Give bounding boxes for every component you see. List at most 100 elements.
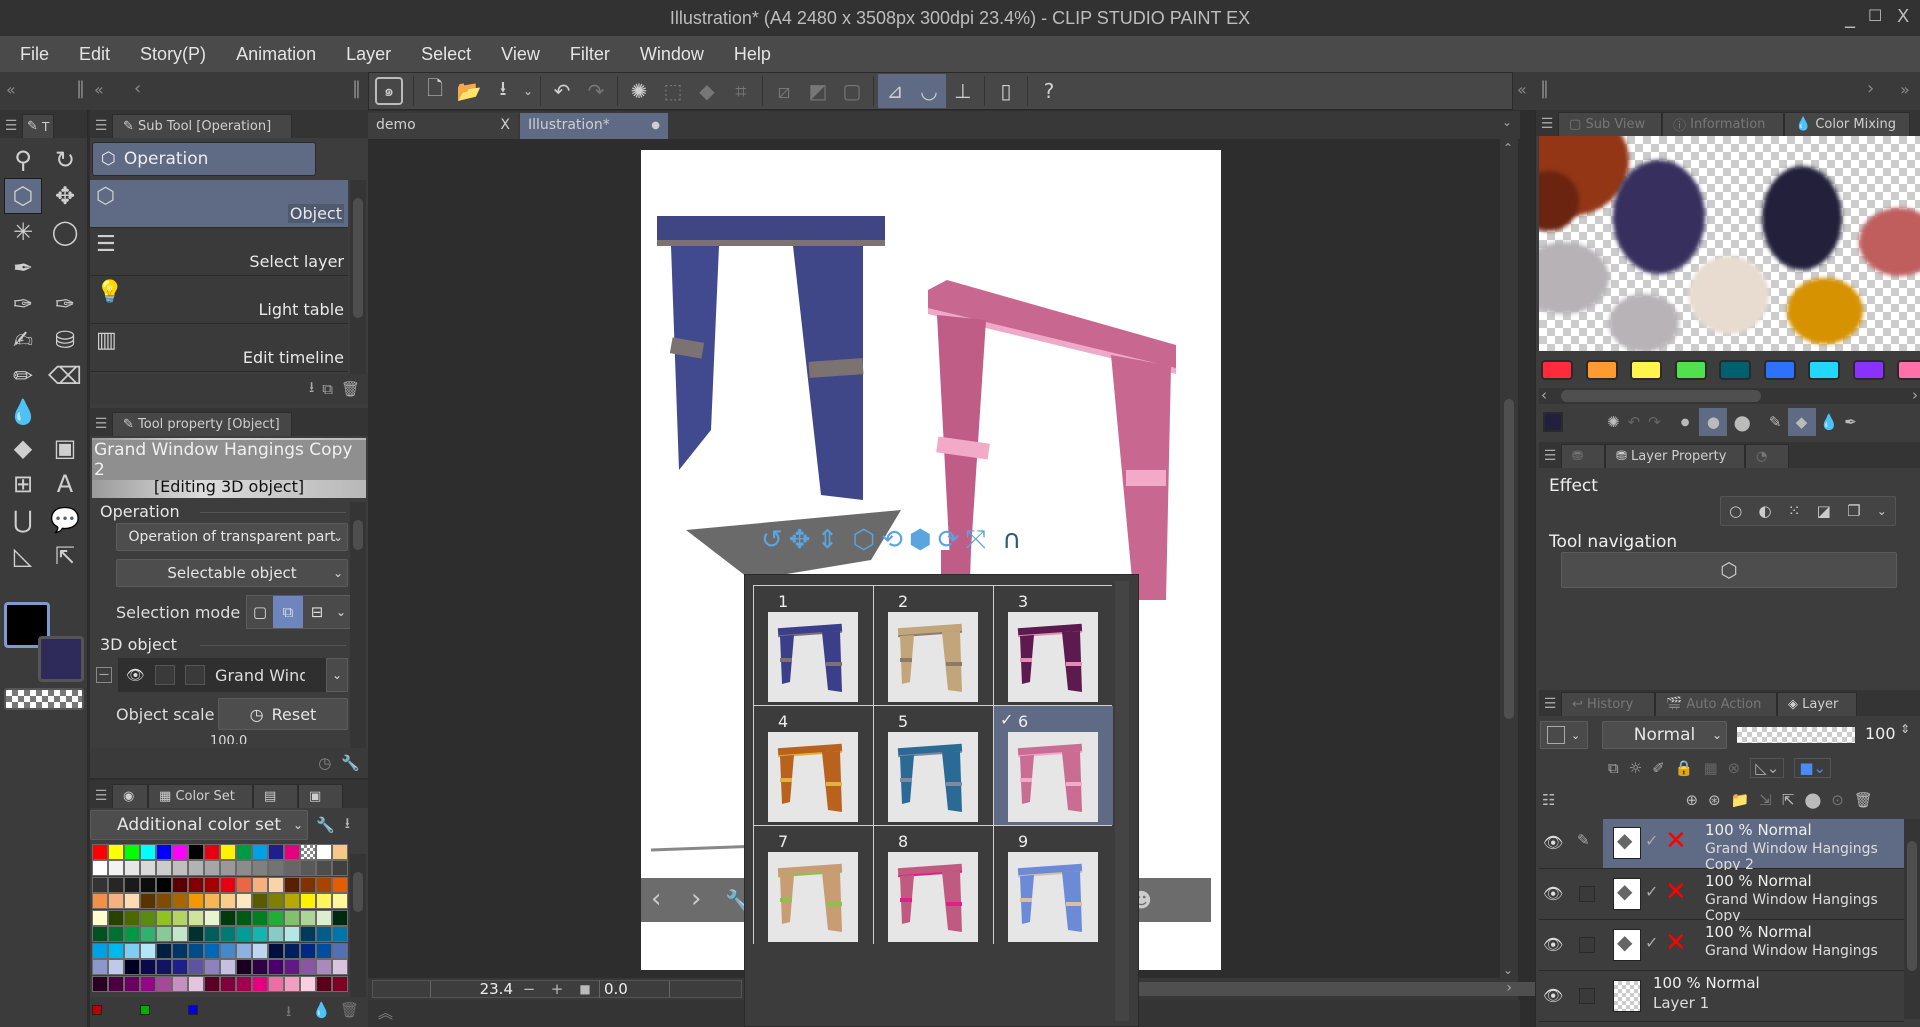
next-icon[interactable]: › [691,884,701,914]
layer-color-icon[interactable]: ■⌄ [1794,758,1832,778]
collapse-icon[interactable]: — [96,667,112,683]
sub-tool-item-object[interactable]: ⬡ Object [90,180,348,228]
color-swatch[interactable] [332,942,348,959]
help-icon[interactable]: ? [1032,74,1066,108]
color-swatch[interactable] [108,959,124,976]
correct-line-tool-icon[interactable]: ⇱ [46,538,84,574]
menu-file[interactable]: File [20,44,49,65]
scroll-down-icon[interactable]: ⌄ [1503,963,1513,977]
color-swatch[interactable] [220,876,236,893]
color-swatch[interactable] [140,926,156,943]
color-swatch[interactable] [316,959,332,976]
new-folder-icon[interactable]: 📁 [1731,791,1750,809]
color-swatch[interactable] [92,909,108,926]
eyedropper-tool-icon[interactable]: ✒ [4,250,42,286]
color-swatch[interactable] [124,942,140,959]
color-swatch[interactable] [220,860,236,877]
grid-snap-icon[interactable]: ⊥ [946,74,980,108]
color-swatch[interactable] [316,909,332,926]
color-swatch[interactable] [156,893,172,910]
color-swatch[interactable] [188,876,204,893]
new-file-icon[interactable]: 🗋 [418,74,452,108]
menu-help[interactable]: Help [734,44,771,65]
color-swatch[interactable] [284,909,300,926]
color-swatch[interactable] [268,975,284,992]
color-swatch[interactable] [252,909,268,926]
color-swatch[interactable] [140,844,156,860]
eye-icon[interactable]: 👁 [126,666,145,684]
color-swatch[interactable] [300,959,316,976]
camera-rotate-icon[interactable]: ↺ [761,525,783,556]
color-swatch[interactable] [236,844,252,860]
color-swatch[interactable] [124,844,140,860]
color-swatch[interactable] [108,844,124,860]
rotation-slider[interactable] [669,981,741,997]
rotate-tool-icon[interactable]: ↻ [46,142,84,178]
color-swatch[interactable] [300,909,316,926]
add-color-icon[interactable]: 💧 [312,1001,331,1019]
layer-scrollbar[interactable] [1904,819,1920,1019]
menu-edit[interactable]: Edit [79,44,110,65]
variation-item-6[interactable]: 6 ✓ [994,706,1113,825]
chevron-left-icon[interactable]: ‹ [134,78,141,99]
color-swatch[interactable] [316,942,332,959]
tab-quick-mask[interactable]: ◔ [1745,444,1789,468]
color-swatch[interactable] [220,942,236,959]
color-swatch[interactable] [92,926,108,943]
color-swatch[interactable] [220,959,236,976]
transform-icon[interactable]: ⌗ [724,74,758,108]
tool-property-scrollbar[interactable] [350,502,366,752]
color-swatch[interactable] [188,909,204,926]
opacity-value[interactable]: 100 [1865,724,1896,743]
scroll-right-icon[interactable]: › [1912,386,1918,404]
color-swatch[interactable] [268,909,284,926]
color-swatch[interactable] [124,975,140,992]
color-swatch[interactable] [316,975,332,992]
color-swatch[interactable] [284,942,300,959]
layer-main[interactable]: ◆ ✓ ✕ 100 % Normal Grand Window Hangings Cop… [1603,819,1904,873]
maximize-button[interactable]: ☐ [1868,6,1882,25]
draft-icon[interactable]: ✐ [1652,759,1665,777]
menu-window[interactable]: Window [640,44,704,65]
reset-all-icon[interactable]: ◷ [318,754,331,772]
variation-item-8[interactable]: 8 [874,826,993,945]
ruler-display-icon[interactable]: ◺⌄ [1750,758,1785,778]
opacity-stepper-icon[interactable]: ⇕ [1900,722,1910,736]
menu-story[interactable]: Story(P) [140,44,206,65]
color-swatch[interactable] [252,942,268,959]
frame-tool-icon[interactable]: ⊞ [4,466,42,502]
tab-color-mixing[interactable]: 💧 Color Mixing [1784,112,1910,136]
selection-clear-icon[interactable]: ⬚ [656,74,690,108]
color-swatch[interactable] [156,876,172,893]
color-mixing-canvas[interactable] [1539,136,1920,351]
color-swatch[interactable] [172,975,188,992]
dock-grip-icon[interactable]: ‖ [352,78,361,99]
color-swatch[interactable] [316,876,332,893]
clip-studio-icon[interactable]: ๑ [375,77,403,105]
color-swatch[interactable] [268,959,284,976]
tab-sub-view[interactable]: ▢ Sub View [1558,112,1662,136]
color-swatch[interactable] [300,942,316,959]
mixing-palette-color[interactable] [1541,360,1573,380]
color-swatch[interactable] [332,959,348,976]
object-tool-icon[interactable]: ⬡ [4,178,42,214]
rotation-value[interactable]: 0.0 [599,980,669,998]
tab-information[interactable]: ⓘ Information [1662,112,1784,136]
color-swatch[interactable] [156,959,172,976]
tab-history[interactable]: ↩ History [1561,692,1655,716]
color-swatch[interactable] [236,959,252,976]
fill-icon[interactable]: ◆ [690,74,724,108]
airbrush-tool-icon[interactable]: ⛁ [46,322,84,358]
auto-select-tool-icon[interactable]: ✳ [4,214,42,250]
color-swatch[interactable] [188,959,204,976]
object-scale-icon[interactable]: ⤧ [965,525,986,556]
zoom-value[interactable]: 23.4 [431,980,515,998]
color-swatch[interactable] [188,975,204,992]
tool-navigation-button[interactable]: ⬡ [1561,552,1897,588]
mixing-palette-color[interactable] [1897,360,1920,380]
color-swatch[interactable] [92,844,108,860]
lock-transparency-icon[interactable]: ▦ [1703,759,1717,777]
gradient-tool-icon[interactable]: ▣ [46,430,84,466]
new-raster-layer-icon[interactable]: ⊕ [1685,791,1698,809]
redo-icon[interactable]: ↷ [1648,413,1661,431]
